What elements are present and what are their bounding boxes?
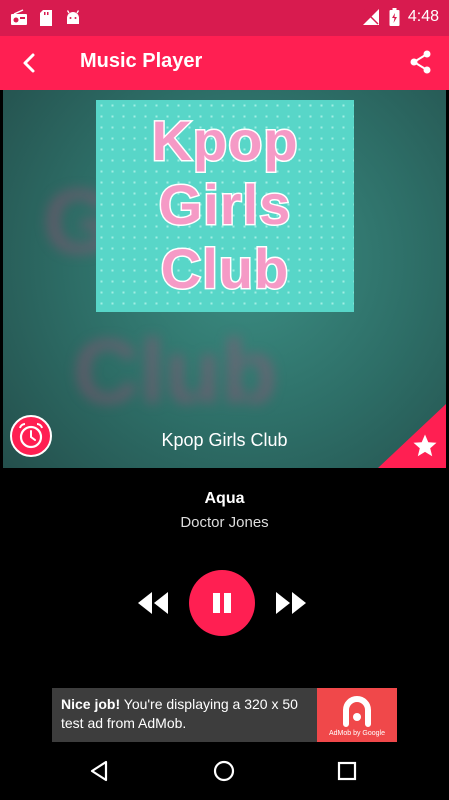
app-bar: Music Player [0,36,449,90]
artwork-line: Girls [157,172,292,238]
station-hero: Girls Club Kpop Girls Club Kpop Girls Cl… [3,90,446,468]
sd-card-icon [40,10,52,26]
admob-logo: AdMob by Google [317,688,397,742]
star-icon[interactable] [412,433,438,459]
ad-headline: Nice job! [61,696,121,712]
status-right: 4:48 [361,8,439,26]
artwork-line: Kpop [150,108,299,174]
admob-icon [343,696,371,727]
artwork-line: Club [159,236,290,302]
signal-icon [362,9,379,25]
station-artwork: Kpop Girls Club [96,100,354,312]
radio-icon [11,9,27,25]
status-time: 4:48 [407,8,439,25]
status-left-icons [10,9,82,27]
home-circle-icon[interactable] [210,757,238,785]
back-arrow-icon[interactable] [16,49,44,77]
ad-banner[interactable]: Nice job! You're displaying a 320 x 50 t… [52,688,397,742]
rewind-button[interactable] [135,590,171,616]
share-icon[interactable] [407,48,435,76]
ad-text: Nice job! You're displaying a 320 x 50 t… [61,695,315,733]
admob-caption: AdMob by Google [328,730,386,737]
now-playing-info: Aqua Doctor Jones [3,490,446,531]
status-bar: 4:48 [0,0,449,36]
artist-name: Doctor Jones [180,514,269,531]
system-nav-bar [0,745,449,800]
back-triangle-icon[interactable] [86,757,114,785]
page-title: Music Player [80,50,203,72]
pause-icon-bar [213,593,220,613]
fast-forward-button[interactable] [273,590,309,616]
play-pause-button[interactable] [189,570,255,636]
playback-controls [0,570,449,636]
recents-square-icon[interactable] [333,757,361,785]
battery-icon [389,8,400,26]
pause-icon-bar [224,593,231,613]
station-name: Kpop Girls Club [161,430,288,450]
android-icon [66,10,80,24]
background-blur-text: Club [73,321,278,423]
song-title: Aqua [204,490,245,507]
